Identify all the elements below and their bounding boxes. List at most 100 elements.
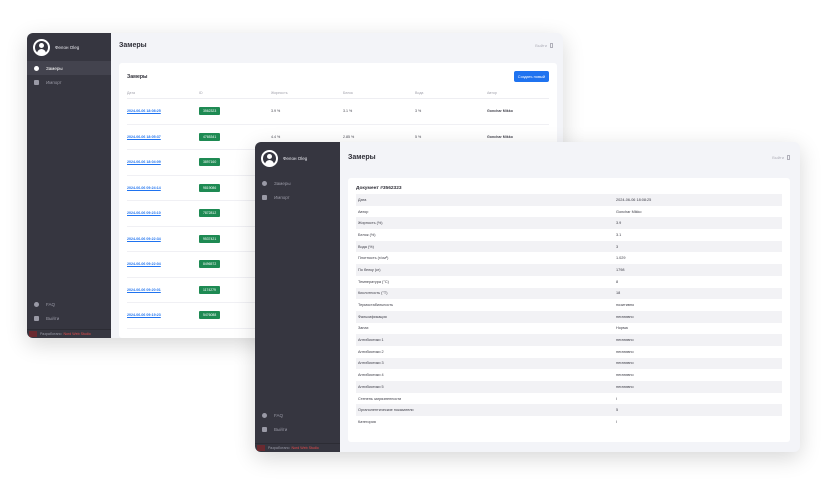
column-header-protein[interactable]: Белок: [343, 88, 415, 99]
import-icon: [262, 194, 267, 200]
user-profile[interactable]: Фелон Oleg: [255, 142, 340, 176]
user-name: Фелон Oleg: [283, 156, 308, 161]
column-header-id[interactable]: ID: [199, 88, 271, 99]
row-date-link[interactable]: 2024-06-06 09:22:34: [127, 237, 161, 241]
sidebar-item-import[interactable]: Импорт: [255, 190, 340, 204]
field-row: Термостабильность позитивно: [356, 299, 782, 311]
field-label: Антибиотики 1: [356, 334, 614, 346]
field-value: 1798: [614, 264, 782, 276]
field-value: 2024-06-06 18:08:25: [614, 194, 782, 206]
field-value: 1.029: [616, 256, 626, 261]
field-row: Плотность (г/см³) 1.029: [356, 252, 782, 264]
field-row: Степень загрязненности I: [356, 393, 782, 405]
field-label: Плотность (г/см³): [358, 256, 389, 261]
measurements-icon: [34, 65, 39, 71]
field-row: Органолептические показатели 5: [356, 404, 782, 417]
document-fields-table: Дата 2024-06-06 18:08:25 Автор Gonchar Mik…: [356, 194, 782, 428]
user-profile[interactable]: Фелон Oleg: [27, 33, 111, 61]
field-row: По белку (кг) 1798: [356, 264, 782, 276]
field-row: Фальсификация негативно: [356, 310, 782, 323]
column-header-fat[interactable]: Жирность: [271, 88, 343, 99]
row-id-badge: 9819086: [199, 183, 221, 192]
studio-logo-icon: [257, 445, 265, 451]
field-value: негативно: [616, 373, 634, 378]
field-value: негативно: [616, 349, 634, 354]
field-row: Дата 2024-06-06 18:08:25: [356, 194, 782, 206]
field-row: Антибиотики 3 негативно: [356, 357, 782, 370]
field-label: Температура (°C): [358, 279, 389, 284]
developer-credit: Разработано Nord Web Studio: [27, 329, 111, 338]
row-id-badge: 8496572: [199, 260, 221, 269]
sidebar-item-import[interactable]: Импорт: [27, 75, 111, 89]
field-value: Норма: [616, 326, 628, 331]
field-row: Вода (%) 3: [356, 240, 782, 253]
credit-prefix: Разработано: [268, 446, 290, 450]
field-value: 8: [616, 279, 619, 284]
field-row: Антибиотики 1 негативно: [356, 334, 782, 346]
field-value: негативно: [614, 357, 782, 370]
create-new-button[interactable]: Создать новый: [513, 71, 549, 82]
field-label: Термостабильность: [358, 303, 394, 308]
field-value: негативно: [614, 310, 782, 323]
row-date-link[interactable]: 2024-06-06 09:19:23: [127, 313, 161, 317]
topbar-logout-label: Выйти: [772, 154, 784, 160]
row-id-badge: 7872812: [199, 209, 221, 218]
row-water: 3 %: [415, 98, 487, 125]
user-name: Фелон Oleg: [55, 44, 80, 50]
field-label: Органолептические показатели: [356, 404, 614, 417]
logout-icon: [262, 426, 267, 432]
topbar-logout-button[interactable]: Выйти: [535, 42, 553, 48]
field-row: Антибиотики 4 негативно: [356, 369, 782, 381]
import-icon: [34, 79, 39, 85]
credit-studio-link[interactable]: Nord Web Studio: [63, 332, 90, 336]
field-row: Категория I: [356, 416, 782, 428]
field-value: негативно: [614, 334, 782, 346]
row-author: Gonchar Mikko: [487, 98, 549, 125]
field-label: По белку (кг): [356, 264, 614, 276]
field-value: 5: [614, 404, 782, 417]
sidebar-item-faq[interactable]: FAQ: [27, 297, 111, 311]
field-row: Автор Gonchar Mikko: [356, 206, 782, 218]
field-label: Автор: [358, 209, 369, 214]
row-date-link[interactable]: 2024-06-06 09:24:14: [127, 186, 161, 190]
row-date-link[interactable]: 2024-06-06 18:04:09: [127, 160, 161, 164]
row-protein: 3.1 %: [343, 98, 415, 125]
row-date-link[interactable]: 2024-06-06 09:20:01: [127, 288, 161, 292]
logout-icon: [34, 315, 39, 321]
field-label: Антибиотики 2: [358, 349, 384, 354]
developer-credit: Разработано Nord Web Studio: [255, 443, 340, 452]
column-header-author[interactable]: Автор: [487, 88, 549, 99]
field-row: Белок (%) 3.1: [356, 229, 782, 241]
sidebar-item-measurements[interactable]: Замеры: [27, 61, 111, 75]
sidebar-item-logout[interactable]: Выйти: [255, 422, 340, 436]
field-row: Запах Норма: [356, 323, 782, 335]
row-fat: 3.9 %: [271, 98, 343, 125]
column-header-date[interactable]: Дата: [127, 88, 199, 99]
table-header: Дата ID Жирность Белок Вода Автор: [127, 88, 549, 99]
row-id-badge: 5476088: [199, 311, 221, 320]
row-id-badge: 3562323: [199, 107, 221, 116]
field-value: I: [616, 396, 618, 401]
field-label: Антибиотики 3: [356, 357, 614, 370]
field-label: Жирность (%): [356, 217, 614, 230]
sidebar-item-measurements[interactable]: Замеры: [255, 176, 340, 190]
row-date-link[interactable]: 2024-06-06 09:23:10: [127, 211, 161, 215]
row-date-link[interactable]: 2024-06-06 18:05:37: [127, 135, 161, 139]
column-header-water[interactable]: Вода: [415, 88, 487, 99]
field-value: позитивно: [616, 303, 635, 308]
exit-icon: [787, 154, 790, 160]
topbar-logout-button[interactable]: Выйти: [772, 154, 790, 160]
row-date-link[interactable]: 2024-06-06 09:22:04: [127, 262, 161, 266]
row-id-badge: 1174279: [199, 285, 220, 294]
field-value: 3.1: [616, 232, 622, 237]
sidebar-item-logout[interactable]: Выйти: [27, 311, 111, 325]
sidebar-item-label: Выйти: [274, 426, 288, 432]
credit-prefix: Разработано: [40, 332, 62, 336]
field-label: Антибиотики 5: [356, 381, 614, 393]
table-row[interactable]: 2024-06-06 18:08:25 3562323 3.9 % 3.1 % …: [127, 98, 549, 125]
sidebar-item-faq[interactable]: FAQ: [255, 408, 340, 422]
credit-studio-link[interactable]: Nord Web Studio: [291, 446, 318, 450]
row-date-link[interactable]: 2024-06-06 18:08:25: [127, 109, 161, 113]
field-row: Жирность (%) 3.9: [356, 217, 782, 230]
sidebar-item-label: Импорт: [46, 79, 62, 85]
